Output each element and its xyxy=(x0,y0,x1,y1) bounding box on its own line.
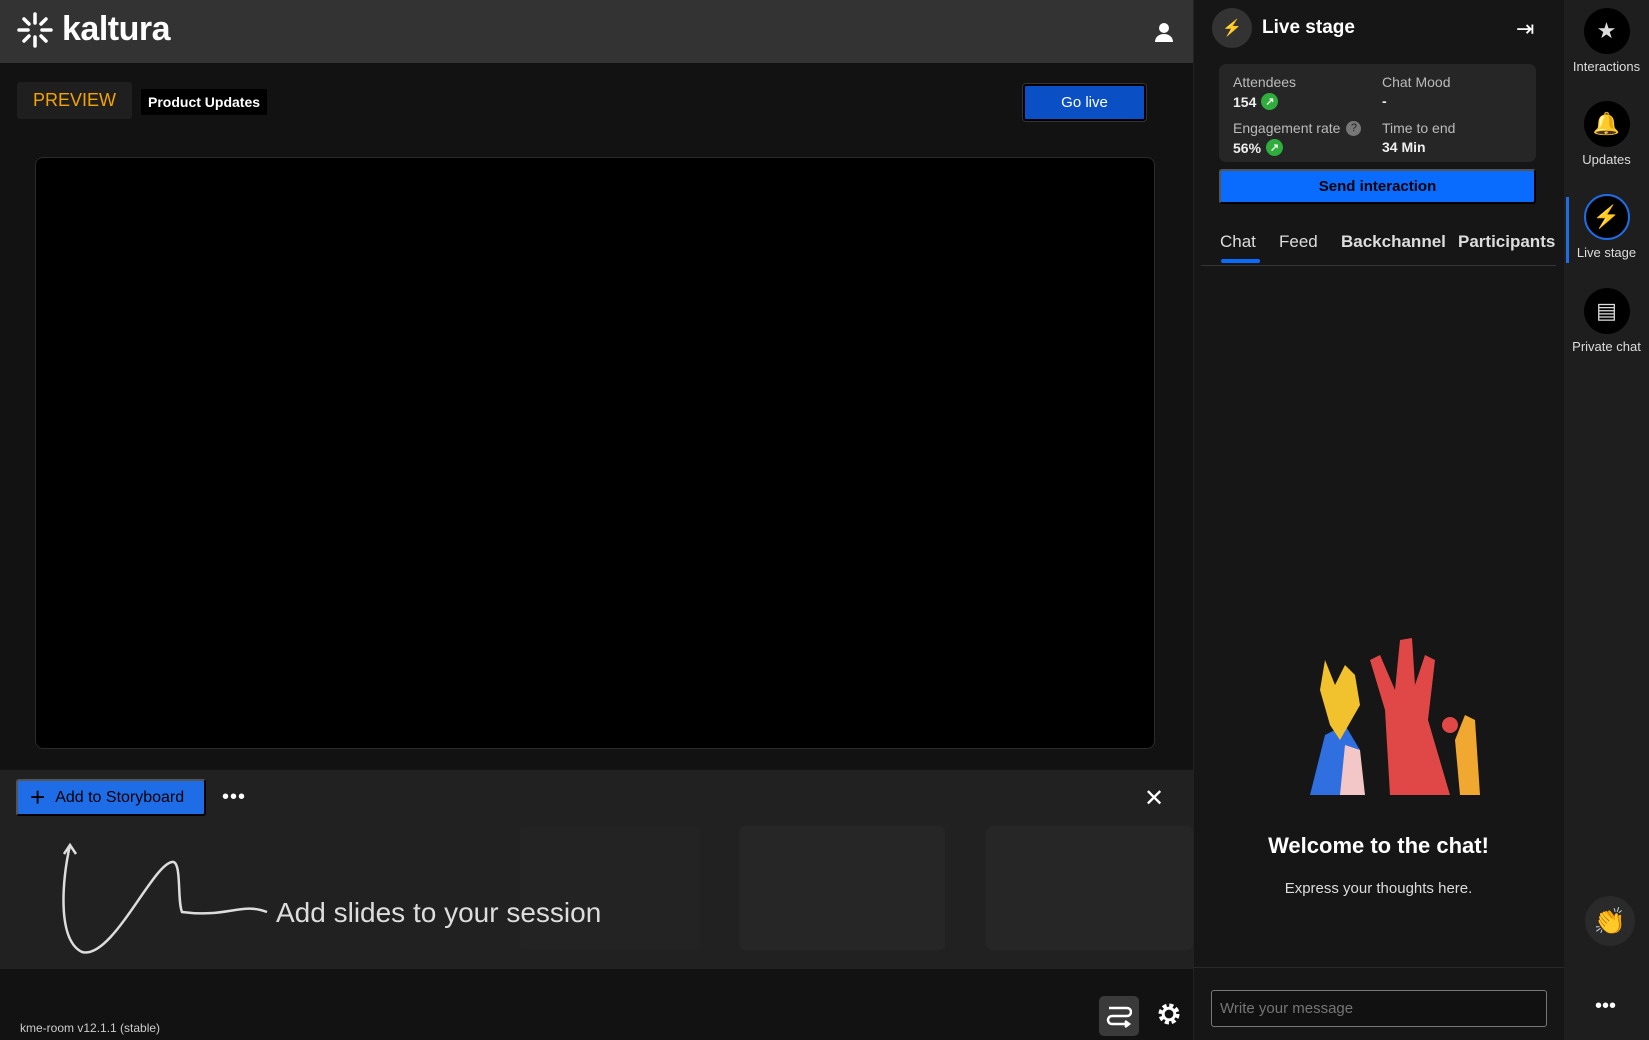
engagement-rate: 56% xyxy=(1233,139,1262,156)
chat-bubble-icon: ▤ xyxy=(1583,288,1630,334)
chat-mood-label: Chat Mood xyxy=(1382,74,1451,90)
raised-hands-illustration xyxy=(1310,638,1480,795)
rail-label: Private chat xyxy=(1572,339,1641,354)
close-storyboard-button[interactable]: ✕ xyxy=(1144,784,1164,813)
add-to-storyboard-label: Add to Storyboard xyxy=(55,788,185,806)
help-icon[interactable]: ? xyxy=(1346,120,1362,136)
video-preview xyxy=(35,157,1155,749)
tab-feed[interactable]: Feed xyxy=(1279,232,1318,252)
chat-message-input[interactable] xyxy=(1211,990,1547,1027)
plus-icon: + xyxy=(30,782,46,812)
star-icon: ★ xyxy=(1583,8,1630,54)
user-icon[interactable] xyxy=(1152,20,1176,44)
logo-text: kaltura xyxy=(62,10,171,48)
swap-icon xyxy=(1106,1006,1132,1028)
collapse-panel-icon[interactable]: ⇥ xyxy=(1516,16,1534,42)
add-to-storyboard-button[interactable]: + Add to Storyboard xyxy=(16,779,206,816)
lightning-icon: ⚡ xyxy=(1212,8,1252,48)
session-title: Product Updates xyxy=(141,89,268,115)
tab-backchannel[interactable]: Backchannel xyxy=(1341,232,1446,252)
engagement-label: Engagement rate? xyxy=(1233,120,1362,136)
active-tab-indicator xyxy=(1221,259,1260,263)
engagement-label-text: Engagement rate xyxy=(1233,120,1341,136)
trend-up-icon: ↗ xyxy=(1261,93,1279,110)
rail-interactions[interactable]: ★ Interactions xyxy=(1564,8,1649,74)
clap-reaction-icon[interactable]: 👏 xyxy=(1585,896,1635,946)
slide-placeholder xyxy=(520,826,700,950)
time-to-end-label: Time to end xyxy=(1382,120,1456,136)
settings-gear-icon[interactable] xyxy=(1155,1000,1183,1028)
hint-arrow-icon xyxy=(62,842,268,954)
tab-participants[interactable]: Participants xyxy=(1458,232,1555,252)
kaltura-spark-icon xyxy=(17,11,53,48)
rail-label: Updates xyxy=(1582,152,1631,167)
panel-title: Live stage xyxy=(1262,17,1355,38)
welcome-subtitle: Express your thoughts here. xyxy=(1284,880,1473,897)
slide-placeholder xyxy=(986,826,1193,950)
version-label: kme-room v12.1.1 (stable) xyxy=(20,1021,161,1035)
lightning-icon: ⚡ xyxy=(1583,194,1630,240)
storyboard-more-button[interactable]: ••• xyxy=(222,786,246,809)
attendees-value: 154 ↗ xyxy=(1233,93,1279,110)
rail-live-stage[interactable]: ⚡ Live stage xyxy=(1564,194,1649,260)
rail-more-button[interactable]: ••• xyxy=(1595,995,1616,1018)
trend-up-icon: ↗ xyxy=(1266,139,1284,156)
rail-label: Live stage xyxy=(1576,245,1637,260)
preview-badge: PREVIEW xyxy=(17,82,132,119)
welcome-title: Welcome to the chat! xyxy=(1268,833,1489,858)
send-interaction-button[interactable]: Send interaction xyxy=(1219,169,1536,204)
attendees-label: Attendees xyxy=(1233,74,1297,90)
rail-updates[interactable]: 🔔 Updates xyxy=(1564,101,1649,167)
rail-private-chat[interactable]: ▤ Private chat xyxy=(1564,288,1649,354)
engagement-value: 56% ↗ xyxy=(1233,139,1284,156)
go-live-button[interactable]: Go live xyxy=(1022,83,1147,122)
rail-label: Interactions xyxy=(1572,59,1641,74)
kaltura-logo: kaltura xyxy=(16,10,171,49)
time-to-end-value: 34 Min xyxy=(1382,139,1426,155)
divider xyxy=(1193,967,1564,968)
attendees-count: 154 xyxy=(1233,93,1257,110)
chat-mood-value: - xyxy=(1382,93,1387,109)
top-bar xyxy=(0,0,1193,63)
layout-switch-button[interactable] xyxy=(1099,996,1139,1036)
bell-icon: 🔔 xyxy=(1583,101,1630,147)
stats-card: Attendees 154 ↗ Chat Mood - Engagement ra… xyxy=(1219,64,1536,162)
tab-chat[interactable]: Chat xyxy=(1220,232,1256,252)
storyboard-hint: Add slides to your session xyxy=(276,897,602,928)
slide-placeholder xyxy=(739,826,945,950)
